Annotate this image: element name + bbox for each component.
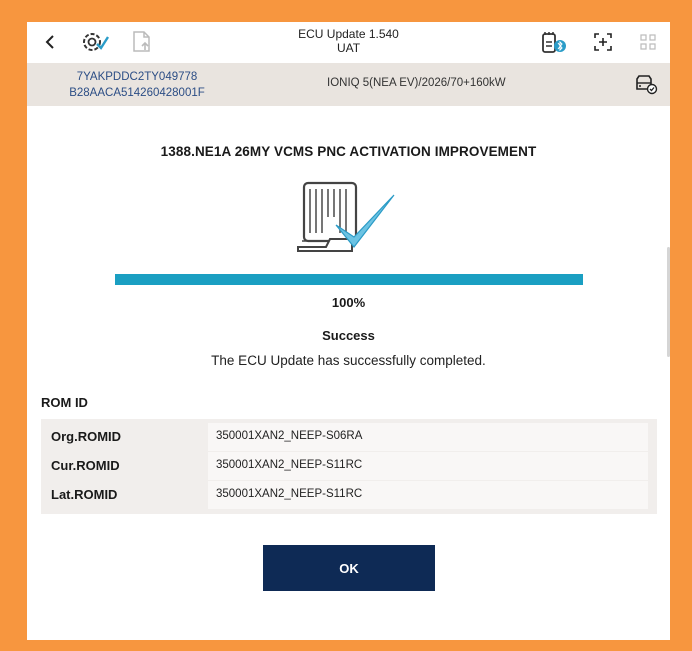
rom-value: 350001XAN2_NEEP-S11RC xyxy=(216,488,363,500)
vin-number: 7YAKPDDC2TY049778 xyxy=(76,71,198,83)
vehicle-model: IONIQ 5(NEA EV)/2026/70+160kW xyxy=(327,77,506,89)
file-upload-icon xyxy=(129,30,155,54)
update-title: 1388.NE1A 26MY VCMS PNC ACTIVATION IMPRO… xyxy=(160,144,537,159)
progress-bar xyxy=(115,274,583,285)
progress-fill xyxy=(115,274,583,285)
title-block: ECU Update 1.540 UAT xyxy=(227,27,470,55)
table-row: Lat.ROMID 350001XAN2_NEEP-S11RC xyxy=(41,481,657,509)
rom-id-heading: ROM ID xyxy=(41,395,88,410)
app-window: ECU Update 1.540 UAT 7YAKPDDC2TY049778 B… xyxy=(27,22,670,640)
settings-check-icon[interactable] xyxy=(79,30,111,54)
environment-label: UAT xyxy=(336,41,361,55)
rom-value-cell: 350001XAN2_NEEP-S11RC xyxy=(208,452,648,480)
rom-value: 350001XAN2_NEEP-S11RC xyxy=(216,459,363,471)
bluetooth-device-icon[interactable] xyxy=(537,30,569,54)
fullscreen-icon[interactable] xyxy=(592,30,614,54)
rom-label: Org.ROMID xyxy=(51,429,122,444)
vehicle-info-bar: 7YAKPDDC2TY049778 B28AACA514260428001F I… xyxy=(27,63,670,106)
rom-value-cell: 350001XAN2_NEEP-S06RA xyxy=(208,423,648,451)
scrollbar[interactable] xyxy=(667,247,670,357)
ok-button[interactable]: OK xyxy=(263,545,435,591)
grid-icon xyxy=(639,30,657,54)
status-title: Success xyxy=(322,328,375,343)
vehicle-id: B28AACA514260428001F xyxy=(69,87,205,99)
status-message: The ECU Update has successfully complete… xyxy=(211,353,486,368)
vehicle-ids: 7YAKPDDC2TY049778 B28AACA514260428001F xyxy=(57,69,217,101)
rom-id-table: Org.ROMID 350001XAN2_NEEP-S06RA Cur.ROMI… xyxy=(41,419,657,514)
back-icon[interactable] xyxy=(41,30,59,54)
table-row: Cur.ROMID 350001XAN2_NEEP-S11RC xyxy=(41,452,657,480)
table-row: Org.ROMID 350001XAN2_NEEP-S06RA xyxy=(41,423,657,451)
rom-value-cell: 350001XAN2_NEEP-S11RC xyxy=(208,481,648,509)
rom-value: 350001XAN2_NEEP-S06RA xyxy=(216,430,363,442)
progress-percent: 100% xyxy=(331,295,366,310)
car-check-icon[interactable] xyxy=(634,75,658,100)
page-title: ECU Update 1.540 xyxy=(298,27,399,41)
rom-label: Cur.ROMID xyxy=(51,458,120,473)
top-toolbar: ECU Update 1.540 UAT xyxy=(27,22,670,63)
rom-label: Lat.ROMID xyxy=(51,487,118,502)
ecu-success-icon xyxy=(296,177,398,264)
